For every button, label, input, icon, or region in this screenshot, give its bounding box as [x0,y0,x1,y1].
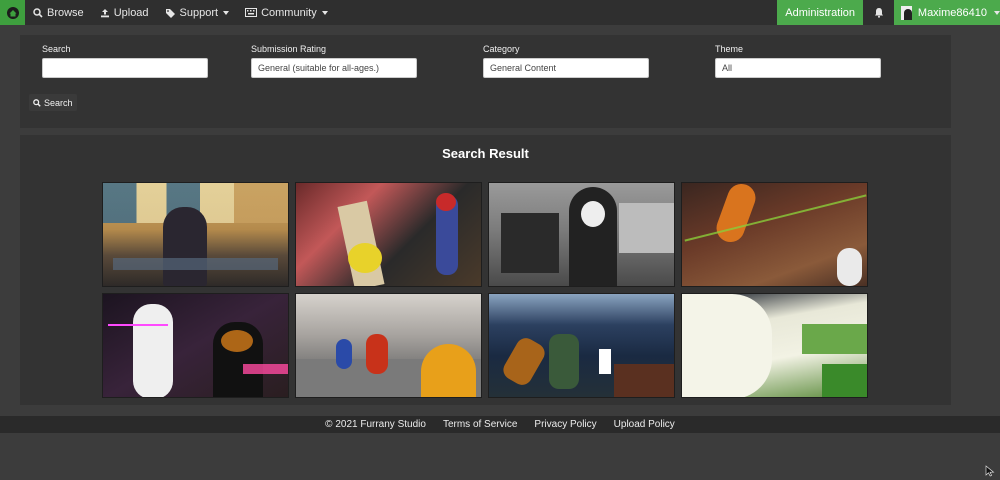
avatar [901,5,912,20]
administration-button[interactable]: Administration [777,0,863,25]
category-select[interactable]: General Content [483,58,649,78]
nav-support[interactable]: Support [157,0,238,25]
rating-field: Submission Rating General (suitable for … [251,44,417,78]
chevron-down-icon [223,10,230,15]
search-input[interactable] [42,58,208,78]
search-field: Search [42,44,208,78]
user-menu[interactable]: Maxime86410 [894,0,1000,25]
bell-icon [874,8,883,18]
footer-privacy-link[interactable]: Privacy Policy [534,419,596,430]
upload-icon [100,8,109,17]
nav-browse-label: Browse [47,6,84,19]
search-button-label: Search [44,97,73,108]
top-navbar: Browse Upload Support Community Administ… [0,0,1000,25]
nav-support-label: Support [179,6,219,19]
result-thumbnail[interactable] [295,293,482,398]
rating-select[interactable]: General (suitable for all-ages.) [251,58,417,78]
chevron-down-icon [321,10,328,15]
footer: © 2021 Furrany Studio Terms of Service P… [0,416,1000,433]
theme-label: Theme [715,44,744,54]
nav-upload-label: Upload [113,6,149,19]
footer-upload-policy-link[interactable]: Upload Policy [614,419,675,430]
category-field: Category General Content [483,44,649,78]
category-label: Category [483,44,520,54]
results-panel: Search Result [20,135,951,405]
nav-community[interactable]: Community [237,0,336,25]
footer-terms-link[interactable]: Terms of Service [443,419,517,430]
username: Maxime86410 [917,6,987,19]
search-icon [33,7,43,18]
chevron-down-icon [994,10,1000,15]
home-icon [6,6,19,19]
result-thumbnail[interactable] [681,182,868,287]
mouse-cursor-icon [985,465,995,477]
results-title: Search Result [442,146,529,161]
administration-label: Administration [785,6,855,19]
search-icon [33,98,41,107]
result-thumbnail[interactable] [488,182,675,287]
nav-upload[interactable]: Upload [92,0,157,25]
notifications-button[interactable] [863,0,894,25]
keyboard-icon [245,8,258,17]
search-panel: Search Submission Rating General (suitab… [20,35,951,128]
footer-copyright: © 2021 Furrany Studio [325,419,426,430]
result-thumbnail[interactable] [102,293,289,398]
rating-label: Submission Rating [251,44,327,54]
home-button[interactable] [0,0,25,25]
nav-community-label: Community [261,6,317,19]
theme-field: Theme All [715,44,881,78]
result-thumbnail[interactable] [295,182,482,287]
tag-icon [165,8,175,18]
nav-browse[interactable]: Browse [25,0,92,25]
result-thumbnail[interactable] [102,182,289,287]
search-label: Search [42,44,71,54]
result-thumbnail[interactable] [488,293,675,398]
result-thumbnail[interactable] [681,293,868,398]
theme-select[interactable]: All [715,58,881,78]
search-button[interactable]: Search [29,94,77,111]
